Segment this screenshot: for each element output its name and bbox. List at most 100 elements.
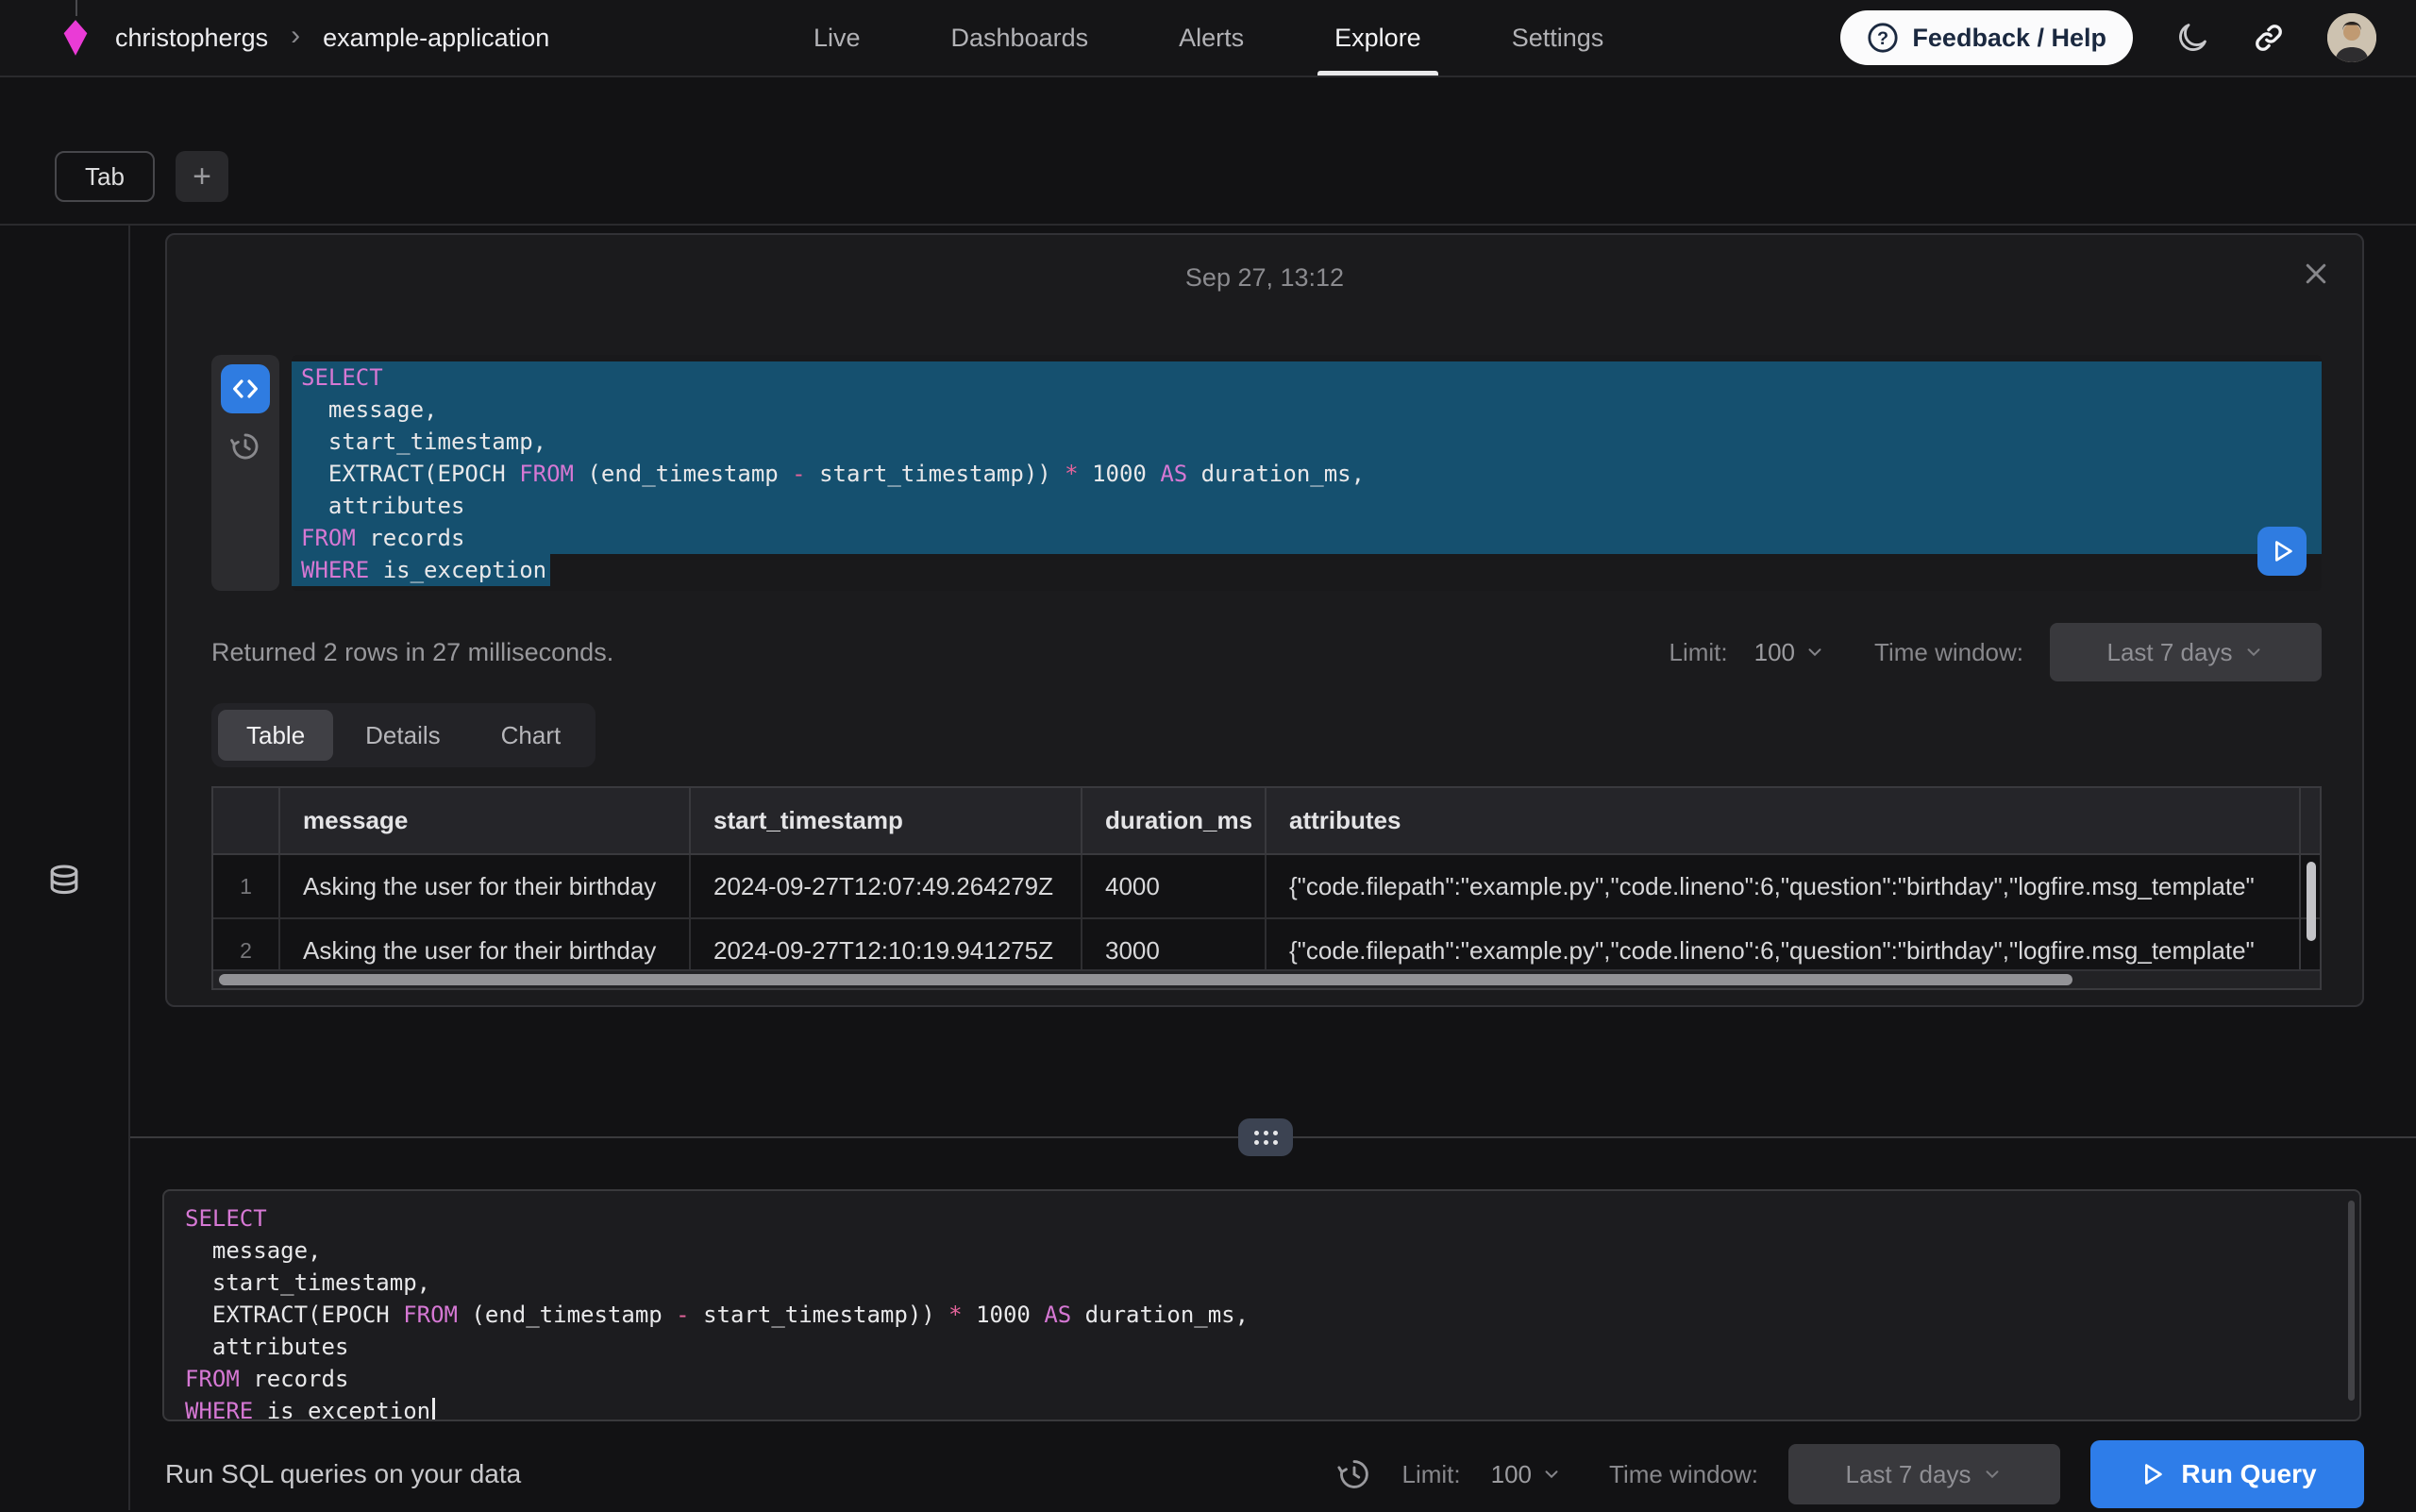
nav-items: Live Dashboards Alerts Explore Settings [810,0,1607,76]
nav-right-cluster: ? Feedback / Help [1840,0,2376,76]
table-header-row: messagestart_timestampduration_msattribu… [213,788,2320,854]
link-icon [2252,21,2286,55]
executed-sql-code[interactable]: SELECT message, start_timestamp, EXTRACT… [292,355,2322,591]
chevron-down-icon [1982,1464,2003,1485]
column-header-start_timestamp[interactable]: start_timestamp [690,788,1082,854]
footer-time-window-dropdown[interactable]: Last 7 days [1788,1444,2060,1504]
sql-line: message, [292,394,2322,426]
sql-line: FROM records [292,522,2322,554]
text-cursor [432,1398,435,1422]
column-header-message[interactable]: message [279,788,690,854]
svg-text:?: ? [1877,28,1888,49]
footer-time-window-value: Last 7 days [1846,1460,1971,1489]
theme-toggle-button[interactable] [2174,20,2210,56]
splitter-drag-handle[interactable] [1238,1118,1293,1156]
result-timestamp: Sep 27, 13:12 [167,263,2362,293]
result-status-row: Returned 2 rows in 27 milliseconds. Limi… [211,622,2322,682]
cell-message: Asking the user for their birthday [279,854,690,918]
column-header-attributes[interactable]: attributes [1266,788,2320,854]
view-tab-details[interactable]: Details [337,710,468,761]
limit-dropdown[interactable]: 100 [1754,638,1825,667]
play-icon [2138,1460,2166,1488]
close-result-button[interactable] [2302,260,2330,288]
breadcrumb: christophergs › example-application [57,0,549,76]
feedback-help-button[interactable]: ? Feedback / Help [1840,10,2133,65]
time-window-value: Last 7 days [2107,638,2233,667]
nav-item-live[interactable]: Live [810,0,864,76]
footer-limit-value: 100 [1491,1460,1532,1489]
row-number: 1 [213,854,279,918]
sql-line: WHERE is_exception [176,1395,2359,1421]
editor-history-button[interactable] [1336,1456,1372,1492]
query-tab[interactable]: Tab [55,151,155,202]
editor-vertical-scrollbar[interactable] [2348,1201,2355,1401]
executed-sql-block: SELECT message, start_timestamp, EXTRACT… [211,355,2322,591]
share-link-button[interactable] [2252,21,2286,55]
table-row[interactable]: 1Asking the user for their birthday2024-… [213,854,2320,918]
view-tab-chart[interactable]: Chart [473,710,590,761]
result-controls: Limit: 100 Time window: Last 7 days [1669,623,2322,681]
nav-item-settings[interactable]: Settings [1508,0,1608,76]
nav-item-dashboards[interactable]: Dashboards [948,0,1093,76]
sql-line: start_timestamp, [176,1267,2359,1299]
footer-limit-dropdown[interactable]: 100 [1491,1460,1562,1489]
result-view-tabs: TableDetailsChart [211,703,596,767]
breadcrumb-org[interactable]: christophergs [115,24,268,53]
sql-line: WHERE is_exception [292,554,2322,586]
time-window-dropdown[interactable]: Last 7 days [2050,623,2322,681]
chevron-down-icon [1541,1464,1562,1485]
feedback-help-label: Feedback / Help [1912,24,2106,53]
sql-line: EXTRACT(EPOCH FROM (end_timestamp - star… [292,458,2322,490]
table-horizontal-scrollbar[interactable] [219,974,2072,985]
cell-start_timestamp: 2024-09-27T12:07:49.264279Z [690,854,1082,918]
sql-line: SELECT [176,1202,2359,1235]
limit-label: Limit: [1669,638,1728,667]
cell-attributes: {"code.filepath":"example.py","code.line… [1266,854,2320,918]
query-history-button[interactable] [229,430,261,462]
column-header-duration_ms[interactable]: duration_ms [1082,788,1266,854]
query-tab-bar: Tab + [55,151,228,202]
table-hscroll-track[interactable] [213,969,2320,988]
top-nav: christophergs › example-application Live… [0,0,2416,77]
rerun-query-button[interactable] [2257,527,2307,576]
database-schema-button[interactable] [43,256,85,1510]
limit-value: 100 [1754,638,1795,667]
avatar-photo [2327,13,2376,62]
clock-history-icon [1336,1456,1372,1492]
nav-item-explore[interactable]: Explore [1331,0,1425,76]
nav-item-alerts[interactable]: Alerts [1175,0,1248,76]
run-query-button[interactable]: Run Query [2090,1440,2364,1508]
breadcrumb-separator-icon: › [289,20,302,52]
editor-footer: Run SQL queries on your data Limit: 100 … [165,1436,2364,1512]
sql-line: EXTRACT(EPOCH FROM (end_timestamp - star… [176,1299,2359,1331]
footer-controls: Limit: 100 Time window: Last 7 days Run … [1336,1440,2364,1508]
time-window-label: Time window: [1874,638,2023,667]
table-vscroll-track [2299,788,2301,969]
result-status-text: Returned 2 rows in 27 milliseconds. [211,638,613,667]
query-result-card: Sep 27, 13:12 [165,233,2364,1007]
view-tab-table[interactable]: Table [218,710,333,761]
cell-duration_ms: 4000 [1082,854,1266,918]
chevron-down-icon [2243,642,2264,663]
close-icon [2302,260,2330,288]
database-icon [43,863,85,904]
add-tab-button[interactable]: + [176,151,228,202]
results-table: messagestart_timestampduration_msattribu… [213,788,2320,983]
table-vertical-scrollbar[interactable] [2307,862,2316,941]
sql-line: message, [176,1235,2359,1267]
results-table-container: messagestart_timestampduration_msattribu… [211,786,2322,990]
grip-dots-icon [1254,1131,1278,1145]
user-avatar[interactable] [2327,13,2376,62]
sql-line: attributes [292,490,2322,522]
sql-line: FROM records [176,1363,2359,1395]
copy-query-to-editor-button[interactable] [221,364,270,413]
logfire-logo[interactable] [57,9,94,66]
code-brackets-icon [230,374,260,404]
sql-line: SELECT [292,361,2322,394]
play-icon [2268,537,2296,565]
sql-editor[interactable]: SELECT message, start_timestamp, EXTRACT… [162,1189,2361,1421]
chevron-down-icon [1804,642,1825,663]
breadcrumb-project[interactable]: example-application [323,24,549,53]
sql-line: start_timestamp, [292,426,2322,458]
schema-sidebar [0,226,130,1510]
